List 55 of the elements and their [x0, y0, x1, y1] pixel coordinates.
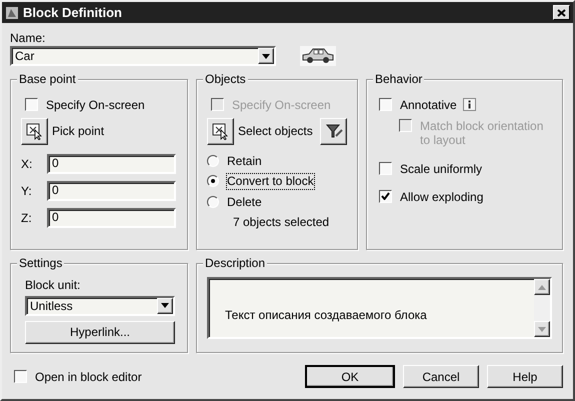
scroll-down-button[interactable]	[534, 321, 550, 338]
close-button[interactable]	[553, 5, 570, 20]
group-title: Base point	[17, 72, 78, 87]
pick-point-label: Pick point	[52, 124, 104, 138]
hyperlink-button[interactable]: Hyperlink...	[25, 320, 175, 344]
radio-button[interactable]	[207, 154, 219, 167]
dialog-button[interactable]: Help	[487, 365, 563, 388]
checkbox-label: Scale uniformly	[400, 162, 482, 176]
select-objects-button[interactable]	[207, 118, 234, 145]
quick-select-button[interactable]	[320, 118, 347, 145]
dialog-button[interactable]: Cancel	[403, 365, 479, 388]
checkbox[interactable]	[14, 370, 27, 383]
block-unit-dropdown[interactable]: Unitless	[25, 296, 175, 316]
checkbox-label: Specify On-screen	[46, 98, 145, 113]
checkbox[interactable]	[379, 98, 392, 112]
name-dropdown[interactable]: Car	[10, 46, 276, 66]
checkbox[interactable]	[379, 190, 392, 203]
coordinate-label: Y:	[21, 184, 33, 198]
group-title: Settings	[17, 256, 64, 271]
checkbox[interactable]	[25, 98, 38, 112]
checkbox-label: Specify On-screen	[232, 98, 331, 113]
coordinate-label: Z:	[21, 210, 33, 225]
coordinate-field[interactable]: 0	[47, 208, 176, 228]
group-title: Objects	[203, 72, 248, 87]
name-label: Name:	[10, 31, 46, 46]
radio-button[interactable]	[207, 175, 219, 188]
group-title: Description	[203, 256, 268, 271]
app-icon	[5, 6, 19, 20]
checkbox[interactable]	[379, 162, 392, 175]
radio-label: Convert to block	[227, 174, 314, 189]
select-objects-label: Select objects	[238, 124, 313, 138]
radio-label: Retain	[227, 154, 262, 168]
car-icon	[300, 46, 336, 66]
checkbox-label: Open in block editor	[35, 370, 142, 384]
pick-icon	[212, 122, 230, 140]
pick-point-button[interactable]	[21, 118, 48, 145]
funnel-icon	[324, 122, 342, 140]
scroll-up-button[interactable]	[534, 279, 550, 296]
selection-count: 7 objects selected	[233, 214, 330, 230]
window-title: Block Definition	[23, 4, 122, 20]
radio-label: Delete	[227, 194, 262, 209]
block-unit-label: Block unit:	[25, 278, 82, 293]
checkbox-label: Allow exploding	[400, 190, 484, 204]
up-arrow-icon	[538, 284, 546, 290]
coordinate-field[interactable]: 0	[47, 154, 176, 174]
close-icon	[557, 8, 566, 16]
coordinate-field[interactable]: 0	[47, 180, 176, 201]
description-field[interactable]: Текст описания создаваемого блока	[207, 277, 552, 340]
pick-icon	[26, 122, 44, 140]
coordinate-label: X:	[21, 156, 34, 171]
checkbox-label: Match block orientation to layout	[420, 118, 544, 148]
dialog-button[interactable]: OK	[305, 365, 395, 388]
down-arrow-icon	[538, 326, 546, 332]
radio-button[interactable]	[207, 196, 219, 208]
checkbox-label: Annotative	[400, 98, 457, 113]
